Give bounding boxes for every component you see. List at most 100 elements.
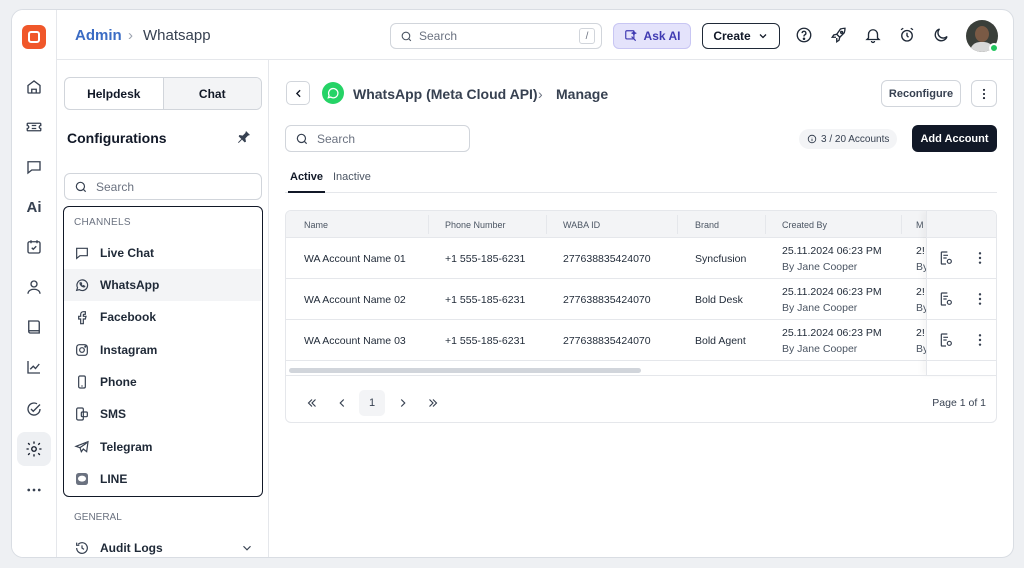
create-button[interactable]: Create — [702, 23, 780, 49]
moon-icon[interactable] — [931, 25, 951, 45]
row-kebab-icon[interactable] — [972, 250, 988, 266]
channel-label: SMS — [100, 407, 127, 421]
cell-name: WA Account Name 01 — [304, 253, 406, 265]
horizontal-scrollbar[interactable] — [289, 368, 641, 373]
column-header[interactable]: Phone Number — [445, 220, 506, 230]
double-chevron-left-icon — [307, 399, 316, 407]
next-page-button[interactable] — [390, 390, 416, 416]
config-search-input[interactable]: Search — [64, 173, 262, 200]
back-button[interactable] — [286, 81, 310, 105]
analytics-icon[interactable] — [17, 350, 51, 384]
calendar-check-icon[interactable] — [17, 230, 51, 264]
cell-created-by: By Jane Cooper — [782, 302, 858, 314]
ai-icon[interactable]: Ai — [17, 190, 51, 224]
channel-instagram[interactable]: Instagram — [64, 334, 261, 366]
table-row[interactable]: WA Account Name 02 +1 555-185-6231 27763… — [286, 279, 996, 320]
double-chevron-right-icon — [429, 399, 438, 407]
chat-bubble-icon — [76, 247, 88, 260]
rocket-icon[interactable] — [829, 25, 849, 45]
tab-active[interactable]: Active — [288, 171, 326, 193]
contact-icon[interactable] — [17, 270, 51, 304]
kebab-icon — [982, 88, 986, 99]
info-icon — [807, 134, 817, 144]
app-window: Ai Admin › Whatsapp Search / Ask AI Crea… — [11, 9, 1014, 558]
chat-icon[interactable] — [17, 150, 51, 184]
helpdesk-chat-toggle: Helpdesk Chat — [64, 77, 262, 110]
ai-text: Ai — [26, 198, 42, 216]
audit-logs-item[interactable]: Audit Logs — [74, 538, 254, 557]
cell-created-by: By Jane Cooper — [782, 261, 858, 273]
table-row[interactable]: WA Account Name 03 +1 555-185-6231 27763… — [286, 320, 996, 361]
edit-settings-icon[interactable] — [938, 291, 954, 307]
account-count-text: 3 / 20 Accounts — [821, 133, 890, 145]
title-separator: › — [538, 86, 543, 102]
help-icon[interactable] — [794, 25, 814, 45]
channels-list: CHANNELS Live Chat WhatsApp Facebook Ins… — [63, 206, 263, 497]
cell-waba-id: 277638835424070 — [563, 335, 651, 347]
edit-settings-icon[interactable] — [938, 250, 954, 266]
bell-icon[interactable] — [863, 25, 883, 45]
channel-label: LINE — [100, 472, 128, 486]
task-check-icon[interactable] — [17, 392, 51, 426]
page-title: WhatsApp (Meta Cloud API) — [353, 86, 538, 102]
column-header[interactable]: M — [916, 220, 924, 230]
channel-sms[interactable]: SMS — [64, 398, 261, 430]
channel-whatsapp[interactable]: WhatsApp — [64, 269, 261, 301]
cell-waba-id: 277638835424070 — [563, 294, 651, 306]
telegram-icon — [74, 440, 89, 453]
settings-icon[interactable] — [17, 432, 51, 466]
column-header[interactable]: Created By — [782, 220, 827, 230]
row-kebab-icon[interactable] — [972, 291, 988, 307]
ticket-icon[interactable] — [17, 110, 51, 144]
sms-icon — [76, 407, 88, 421]
more-options-button[interactable] — [971, 80, 997, 107]
accounts-search-placeholder: Search — [317, 131, 356, 146]
book-icon[interactable] — [17, 310, 51, 344]
column-header[interactable]: Name — [304, 220, 328, 230]
more-icon[interactable] — [17, 473, 51, 507]
row-kebab-icon[interactable] — [972, 332, 988, 348]
tab-chat[interactable]: Chat — [162, 78, 261, 109]
ask-ai-button[interactable]: Ask AI — [613, 23, 691, 49]
page-subtitle: Manage — [556, 86, 609, 102]
cell-phone: +1 555-185-6231 — [445, 253, 526, 265]
first-page-button[interactable] — [299, 390, 325, 416]
app-logo[interactable] — [22, 25, 46, 49]
breadcrumb-separator: › — [128, 27, 133, 44]
cell-created-date: 25.11.2024 06:23 PM — [782, 245, 882, 257]
chevron-down-icon — [243, 545, 251, 551]
add-account-button[interactable]: Add Account — [912, 125, 997, 152]
column-header[interactable]: WABA ID — [563, 220, 600, 230]
global-search-input[interactable]: Search / — [390, 23, 602, 49]
online-status-dot — [989, 43, 999, 53]
channel-label: Instagram — [100, 343, 158, 357]
channel-phone[interactable]: Phone — [64, 366, 261, 398]
reconfigure-button[interactable]: Reconfigure — [881, 80, 961, 107]
cell-created-date: 25.11.2024 06:23 PM — [782, 327, 882, 339]
chevron-right-icon — [400, 399, 406, 407]
channel-line[interactable]: LINE — [64, 463, 261, 495]
create-label: Create — [713, 29, 751, 43]
pin-icon[interactable] — [236, 129, 252, 145]
tab-inactive[interactable]: Inactive — [333, 171, 371, 193]
status-tabs: Active Inactive — [285, 168, 997, 193]
column-header[interactable]: Brand — [695, 220, 719, 230]
last-page-button[interactable] — [420, 390, 446, 416]
current-page-button[interactable]: 1 — [359, 390, 385, 416]
channel-facebook[interactable]: Facebook — [64, 301, 261, 333]
channel-telegram[interactable]: Telegram — [64, 431, 261, 463]
edit-settings-icon[interactable] — [938, 332, 954, 348]
tab-helpdesk[interactable]: Helpdesk — [65, 78, 163, 109]
channels-heading: CHANNELS — [74, 217, 131, 228]
alarm-clock-icon[interactable] — [897, 25, 917, 45]
breadcrumb-admin[interactable]: Admin — [75, 27, 122, 44]
table-row[interactable]: WA Account Name 01 +1 555-185-6231 27763… — [286, 238, 996, 279]
search-icon — [401, 31, 412, 41]
instagram-icon — [76, 344, 88, 356]
accounts-search-input[interactable]: Search — [285, 125, 470, 152]
configurations-panel: Helpdesk Chat Configurations Search CHAN… — [57, 60, 269, 557]
main-content: WhatsApp (Meta Cloud API) › Manage Recon… — [270, 60, 1013, 557]
previous-page-button[interactable] — [329, 390, 355, 416]
channel-live-chat[interactable]: Live Chat — [64, 237, 261, 269]
home-icon[interactable] — [17, 70, 51, 104]
